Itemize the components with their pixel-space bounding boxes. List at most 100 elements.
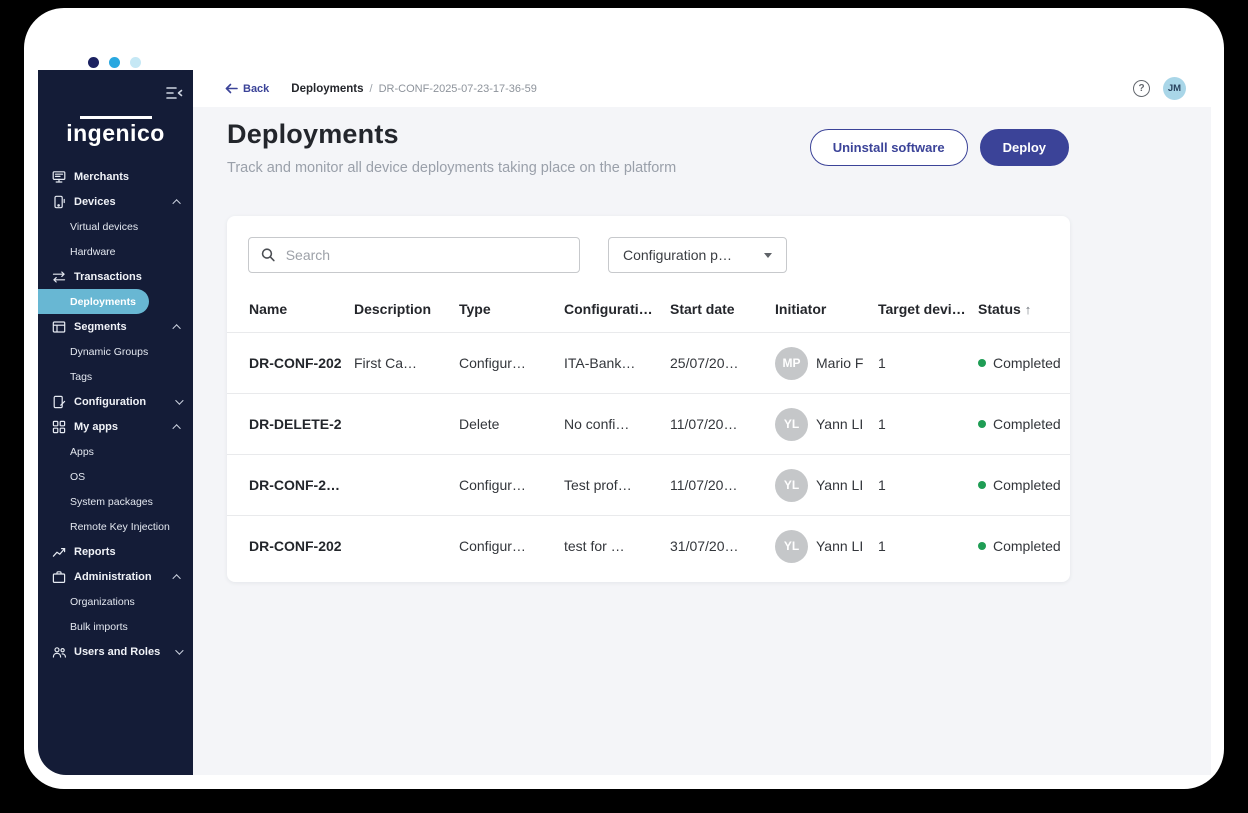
chevron-up-icon	[172, 573, 181, 583]
sidebar-item-label: Organizations	[70, 595, 135, 608]
deployment-name: DR-CONF-202	[249, 355, 342, 371]
table-row[interactable]: DR-DELETE-2 Delete No confi… 11/07/20… YL Yan…	[227, 393, 1070, 454]
merchants-icon	[51, 170, 67, 184]
deployment-initiator: YL Yann LI	[775, 529, 878, 563]
column-header-target-devices[interactable]: Target devi…	[878, 301, 978, 317]
table-row[interactable]: DR-CONF-202 Configur… test for … 31/07/20… Y…	[227, 515, 1070, 576]
status-dot	[978, 481, 986, 489]
search-input[interactable]	[285, 247, 567, 263]
deployment-start-date: 11/07/20…	[670, 477, 738, 493]
window-dot-2	[109, 57, 120, 68]
main-content: Deployments Track and monitor all device…	[193, 107, 1211, 775]
configuration-filter-value: Configuration p…	[623, 247, 732, 263]
deployment-target-devices: 1	[878, 355, 886, 371]
chevron-down-icon	[764, 252, 772, 258]
back-button[interactable]: Back	[225, 83, 269, 95]
sidebar-item-label: Remote Key Injection	[70, 520, 170, 533]
status-dot	[978, 542, 986, 550]
deployment-status: Completed	[978, 416, 1070, 432]
sidebar-item-reports[interactable]: Reports	[38, 539, 193, 564]
sidebar-item-label: Administration	[74, 570, 152, 583]
deployment-initiator: YL Yann LI	[775, 407, 878, 441]
deploy-button[interactable]: Deploy	[979, 129, 1069, 166]
deployment-configuration: Test prof…	[564, 477, 632, 493]
help-icon[interactable]: ?	[1133, 80, 1150, 97]
initiator-name: Yann LI	[816, 416, 864, 432]
administration-icon	[51, 570, 67, 584]
status-label: Completed	[993, 416, 1061, 432]
topbar: Back Deployments / DR-CONF-2025-07-23-17…	[193, 70, 1211, 107]
column-header-configuration[interactable]: Configurati…	[564, 301, 670, 317]
sidebar-item-tags[interactable]: Tags	[38, 364, 193, 389]
sidebar-item-deployments[interactable]: Deployments	[38, 289, 149, 314]
sidebar-item-label: Reports	[74, 545, 116, 558]
user-avatar[interactable]: JM	[1163, 77, 1186, 100]
sidebar-item-label: Deployments	[70, 295, 136, 308]
sidebar-item-apps[interactable]: Apps	[38, 439, 193, 464]
users-roles-icon	[51, 645, 67, 659]
app-window: ingenico Merchants Devices Virtual devices…	[24, 8, 1224, 789]
sidebar-item-label: Segments	[74, 320, 127, 333]
search-box	[248, 237, 580, 273]
deployment-type: Delete	[459, 416, 500, 432]
status-label: Completed	[993, 538, 1061, 554]
sidebar-item-segments[interactable]: Segments	[38, 314, 193, 339]
sidebar-item-users-and-roles[interactable]: Users and Roles	[38, 639, 193, 664]
configuration-icon	[51, 395, 67, 409]
column-header-start-date[interactable]: Start date	[670, 301, 775, 317]
deployment-description: First Ca…	[354, 355, 417, 371]
sidebar-item-devices[interactable]: Devices	[38, 189, 193, 214]
sidebar-item-label: Configuration	[74, 395, 147, 408]
sidebar-item-transactions[interactable]: Transactions	[38, 264, 193, 289]
column-header-type[interactable]: Type	[459, 301, 564, 317]
status-label: Completed	[993, 355, 1061, 371]
breadcrumb-section[interactable]: Deployments	[291, 83, 363, 95]
sidebar-item-os[interactable]: OS	[38, 464, 193, 489]
breadcrumb-separator: /	[369, 82, 373, 95]
page-subtitle: Track and monitor all device deployments…	[227, 160, 677, 176]
table-row[interactable]: DR-CONF-2… Configur… Test prof… 11/07/20… YL…	[227, 454, 1070, 515]
sidebar-item-administration[interactable]: Administration	[38, 564, 193, 589]
column-header-initiator[interactable]: Initiator	[775, 301, 878, 317]
my-apps-icon	[51, 420, 67, 434]
sidebar-item-virtual-devices[interactable]: Virtual devices	[38, 214, 193, 239]
uninstall-software-button[interactable]: Uninstall software	[809, 129, 968, 166]
table-header-row: Name Description Type Configurati… Start…	[227, 286, 1070, 332]
deployment-name: DR-CONF-2…	[249, 477, 340, 493]
sidebar-item-remote-key-injection[interactable]: Remote Key Injection	[38, 514, 193, 539]
sidebar-item-bulk-imports[interactable]: Bulk imports	[38, 614, 193, 639]
sidebar-item-label: System packages	[70, 495, 153, 508]
sidebar-item-label: Bulk imports	[70, 620, 128, 633]
reports-icon	[51, 545, 67, 559]
chevron-up-icon	[172, 198, 181, 208]
segments-icon	[51, 320, 67, 334]
deployment-target-devices: 1	[878, 416, 886, 432]
sidebar-item-label: Tags	[70, 370, 93, 383]
sidebar-item-label: Devices	[74, 195, 116, 208]
column-header-name[interactable]: Name	[249, 301, 354, 317]
sidebar-item-configuration[interactable]: Configuration	[38, 389, 193, 414]
sidebar-item-dynamic-groups[interactable]: Dynamic Groups	[38, 339, 193, 364]
sidebar-item-hardware[interactable]: Hardware	[38, 239, 193, 264]
sidebar-item-my-apps[interactable]: My apps	[38, 414, 193, 439]
window-dot-3	[130, 57, 141, 68]
deployment-configuration: ITA-Bank…	[564, 355, 636, 371]
breadcrumb-current: DR-CONF-2025-07-23-17-36-59	[378, 82, 537, 95]
page-title: Deployments	[227, 119, 399, 149]
window-dot-1	[88, 57, 99, 68]
sidebar-item-organizations[interactable]: Organizations	[38, 589, 193, 614]
deployment-initiator: MP Mario F	[775, 346, 878, 380]
sidebar-item-system-packages[interactable]: System packages	[38, 489, 193, 514]
configuration-profile-filter[interactable]: Configuration p…	[608, 237, 787, 273]
deployment-target-devices: 1	[878, 477, 886, 493]
initiator-avatar: YL	[775, 468, 808, 502]
column-header-status[interactable]: Status ↑	[978, 301, 1070, 317]
deployment-start-date: 25/07/20…	[670, 355, 739, 371]
column-header-description[interactable]: Description	[354, 301, 459, 317]
table-row[interactable]: DR-CONF-202 First Ca… Configur… ITA-Bank… 25…	[227, 332, 1070, 393]
sidebar: ingenico Merchants Devices Virtual devices…	[38, 70, 193, 775]
sidebar-item-merchants[interactable]: Merchants	[38, 164, 193, 189]
status-label: Completed	[993, 477, 1061, 493]
deployment-name: DR-CONF-202	[249, 538, 342, 554]
collapse-sidebar-icon[interactable]	[166, 86, 183, 105]
